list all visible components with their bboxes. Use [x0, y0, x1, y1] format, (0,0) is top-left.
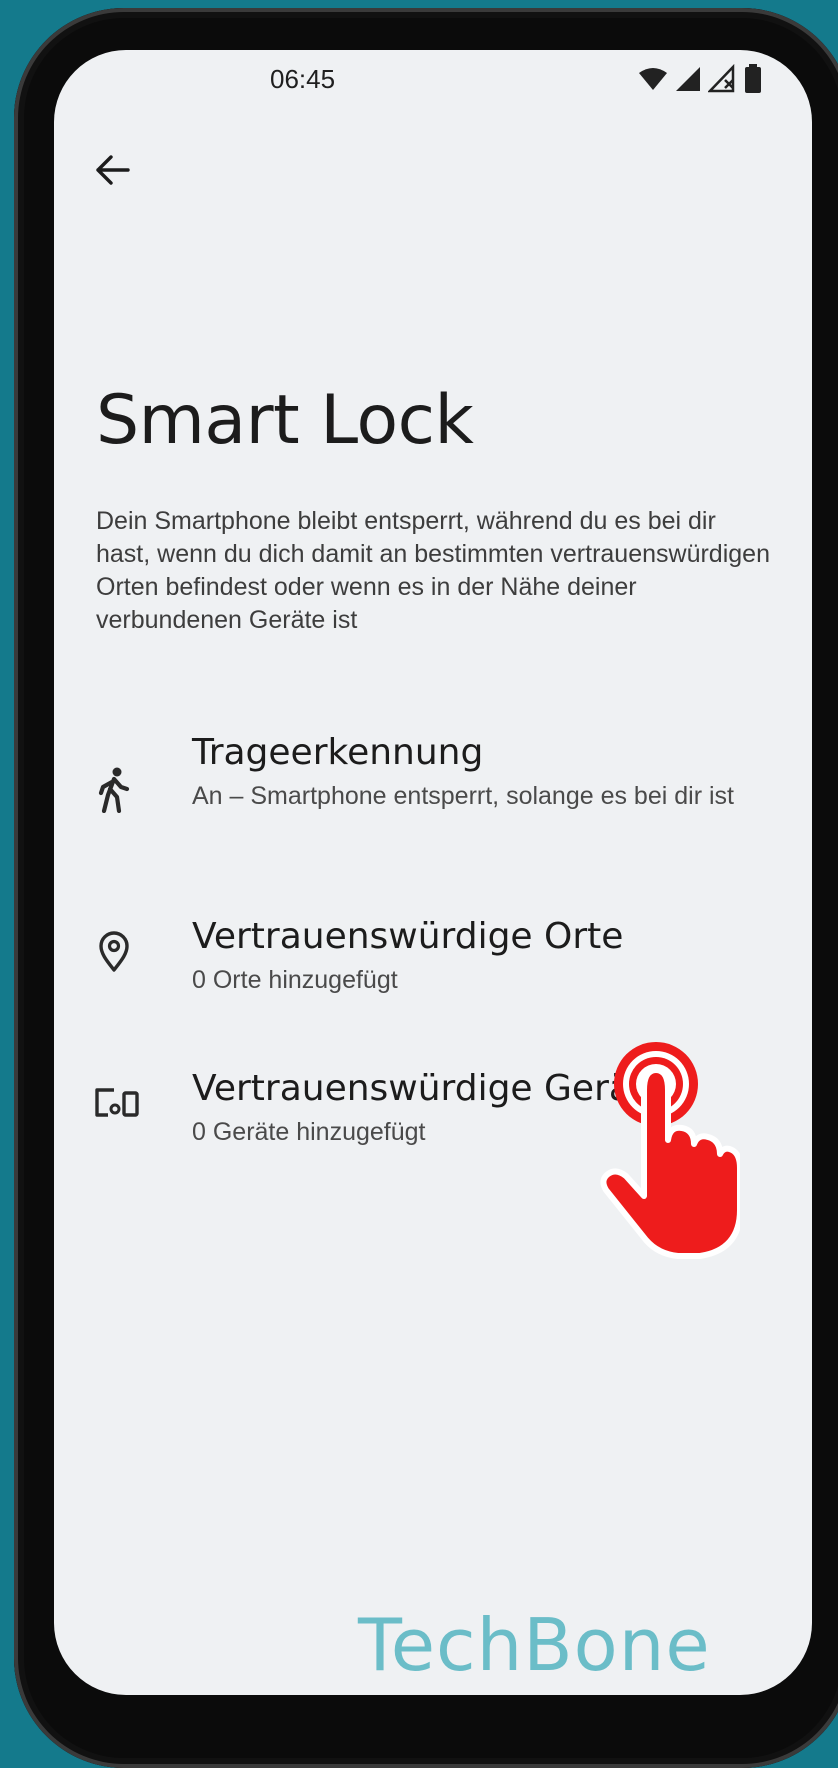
location-pin-icon — [92, 930, 136, 974]
tap-hand-icon — [600, 1040, 743, 1275]
battery-icon — [745, 64, 761, 93]
setting-item-title: Trageerkennung — [192, 732, 484, 773]
devices-icon — [92, 1080, 142, 1124]
wifi-icon — [639, 68, 667, 90]
setting-item-subtitle: 0 Orte hinzugefügt — [192, 966, 398, 994]
status-bar: 06:45 — [54, 50, 812, 110]
signal-no-service-icon — [708, 64, 735, 93]
setting-item-title: Vertrauenswürdige Geräte — [192, 1068, 668, 1109]
signal-icon — [676, 67, 700, 91]
setting-item-trusted-places[interactable]: Vertrauenswürdige Orte 0 Orte hinzugefüg… — [54, 900, 812, 1020]
setting-item-title: Vertrauenswürdige Orte — [192, 916, 624, 957]
walking-person-icon — [92, 767, 136, 813]
page-description: Dein Smartphone bleibt entsperrt, währen… — [96, 507, 770, 634]
back-button[interactable] — [82, 140, 142, 200]
setting-item-trageerkennung[interactable]: Trageerkennung An – Smartphone entsperrt… — [54, 730, 812, 860]
status-icons — [638, 62, 762, 96]
setting-item-subtitle: An – Smartphone entsperrt, solange es be… — [192, 782, 734, 810]
phone-screen: 06:45 Smart Lock Dein Smartphone bleibt … — [54, 50, 812, 1695]
arrow-back-icon — [96, 155, 130, 185]
watermark-logo: TechBone — [358, 1603, 711, 1687]
status-time: 06:45 — [270, 64, 336, 94]
page-title: Smart Lock — [96, 380, 474, 460]
